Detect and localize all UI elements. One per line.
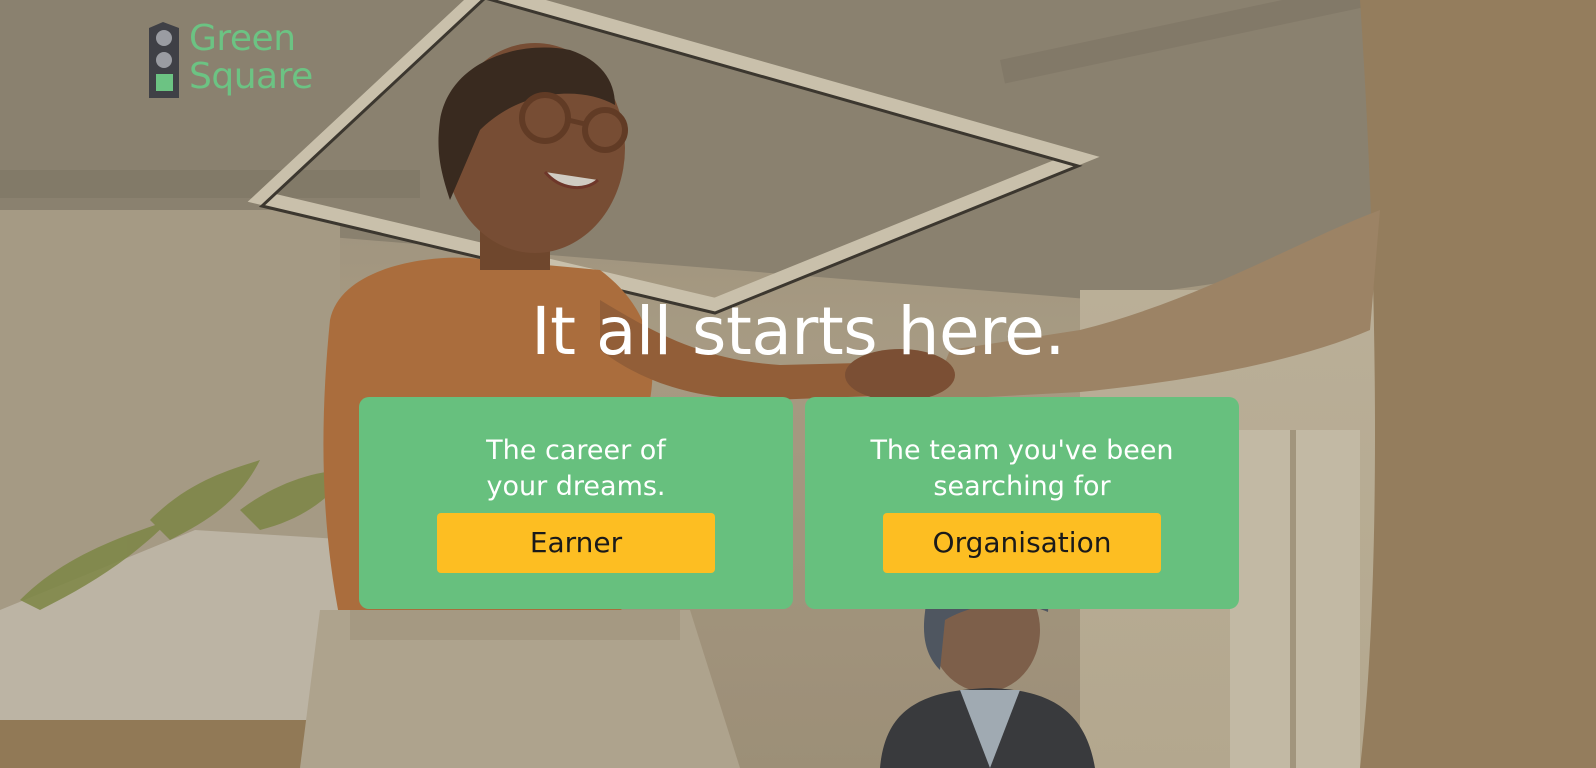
brand-name-line1: Green	[189, 18, 296, 59]
earner-card-line2: your dreams.	[486, 471, 666, 502]
organisation-card-line2: searching for	[933, 471, 1111, 502]
brand-logo[interactable]: Green Square	[147, 20, 313, 98]
organisation-card-text: The team you've been searching for	[805, 433, 1239, 505]
page: Green Square It all starts here. The car…	[0, 0, 1596, 768]
earner-button[interactable]: Earner	[437, 513, 715, 573]
earner-card-line1: The career of	[486, 435, 666, 466]
organisation-button[interactable]: Organisation	[883, 513, 1161, 573]
earner-card: The career of your dreams. Earner	[359, 397, 793, 609]
hero-background-image	[0, 0, 1596, 768]
traffic-light-logo-icon	[149, 22, 179, 98]
brand-name-line2: Square	[189, 56, 313, 97]
earner-card-text: The career of your dreams.	[359, 433, 793, 505]
brand-name: Green Square	[189, 20, 313, 96]
organisation-card: The team you've been searching for Organ…	[805, 397, 1239, 609]
organisation-card-line1: The team you've been	[870, 435, 1174, 466]
hero-headline: It all starts here.	[531, 293, 1065, 370]
